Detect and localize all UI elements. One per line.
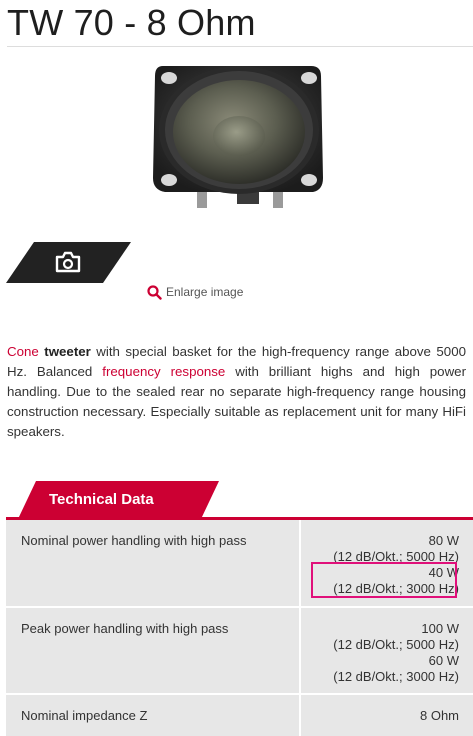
table-row: Nominal power handling with high pass 80… [6,520,473,608]
search-icon [147,284,162,300]
spec-value-line: (12 dB/Okt.; 3000 Hz) [333,581,459,596]
description-keyword-cone: Cone [7,344,39,359]
spec-label: Nominal power handling with high pass [6,520,301,606]
gallery-camera-button[interactable] [6,242,131,283]
product-image[interactable] [145,58,333,220]
spec-label: Nominal impedance Z [6,695,301,736]
spec-value: 100 W (12 dB/Okt.; 5000 Hz) 60 W (12 dB/… [301,608,473,693]
spec-value-line: 100 W [421,621,459,636]
description-keyword-tweeter: tweeter [44,344,91,359]
technical-data-table: Nominal power handling with high pass 80… [6,520,473,736]
spec-value-line: 8 Ohm [419,708,459,723]
spec-value: 8 Ohm [301,695,473,736]
spec-value-line: (12 dB/Okt.; 5000 Hz) [333,549,459,564]
spec-value-line: (12 dB/Okt.; 5000 Hz) [333,637,459,652]
spec-value-line: 80 W [428,533,459,548]
technical-data-heading: Technical Data [49,491,154,508]
enlarge-image-link[interactable]: Enlarge image [147,282,243,302]
spec-label: Peak power handling with high pass [6,608,301,693]
frequency-response-link[interactable]: frequency response [102,364,225,379]
title-divider [7,46,473,47]
spec-value-line: (12 dB/Okt.; 3000 Hz) [333,669,459,684]
technical-data-tab[interactable]: Technical Data [18,481,219,519]
table-row: Nominal impedance Z 8 Ohm [6,695,473,736]
spec-value-line: 40 W [428,565,459,580]
spec-value: 80 W (12 dB/Okt.; 5000 Hz) 40 W (12 dB/O… [301,520,473,606]
camera-icon [55,251,81,273]
table-row: Peak power handling with high pass 100 W… [6,608,473,695]
spec-value-line: 60 W [428,653,459,668]
product-description: Cone tweeter with special basket for the… [7,342,466,442]
enlarge-image-label: Enlarge image [166,285,244,299]
page-title: TW 70 - 8 Ohm [7,2,256,43]
